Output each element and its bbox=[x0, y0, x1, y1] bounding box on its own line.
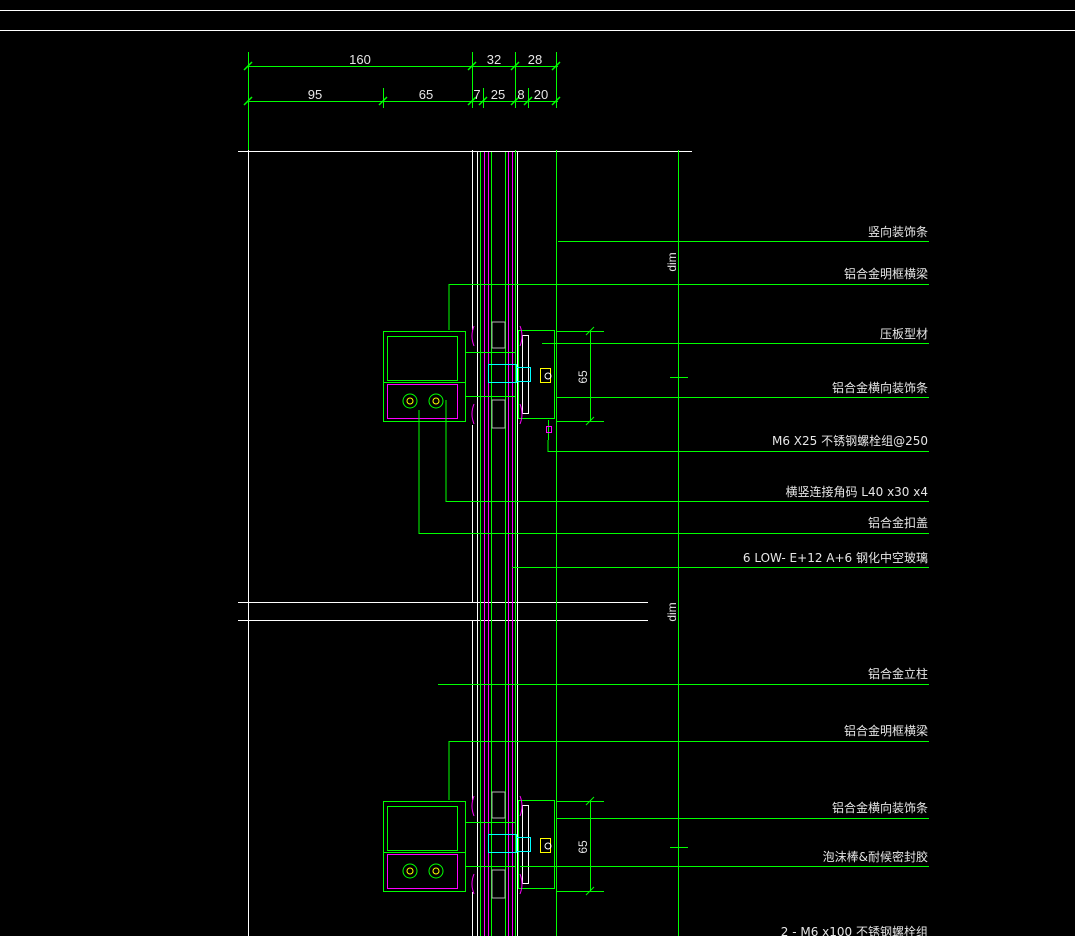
dim-25: 25 bbox=[491, 87, 505, 102]
label-horizontal-trim-lower: 铝合金横向装饰条 bbox=[832, 800, 928, 815]
cad-drawing: 160 32 28 95 65 7 25 8 20 65 65 dim dim … bbox=[0, 10, 1075, 936]
label-cover-cap: 铝合金扣盖 bbox=[868, 515, 928, 530]
label-horizontal-trim-upper: 铝合金横向装饰条 bbox=[832, 380, 928, 395]
horizontal-dimensions bbox=[243, 52, 561, 150]
label-bolt-m6x25: M6 X25 不锈钢螺栓组@250 bbox=[772, 433, 928, 448]
label-transom-lower: 铝合金明框横梁 bbox=[844, 723, 928, 738]
dim-65: 65 bbox=[419, 87, 433, 102]
dim-8: 8 bbox=[517, 87, 524, 102]
dim-label-lower: dim bbox=[665, 602, 679, 621]
dim-7: 7 bbox=[473, 87, 480, 102]
dim-28: 28 bbox=[528, 52, 542, 67]
dimension-texts: 160 32 28 95 65 7 25 8 20 bbox=[308, 52, 548, 102]
dim-65-upper: 65 bbox=[576, 370, 590, 384]
dim-65-lower: 65 bbox=[576, 840, 590, 854]
label-mullion: 铝合金立柱 bbox=[868, 666, 928, 681]
transom-node-lower bbox=[383, 791, 555, 899]
dim-32: 32 bbox=[487, 52, 501, 67]
dim-label-upper: dim bbox=[665, 252, 679, 271]
dim-20: 20 bbox=[534, 87, 548, 102]
leader-labels: 竖向装饰条 铝合金明框横梁 压板型材 铝合金横向装饰条 M6 X25 不锈钢螺栓… bbox=[743, 224, 928, 936]
label-pressure-plate: 压板型材 bbox=[880, 327, 928, 341]
label-glass: 6 LOW- E+12 A+6 钢化中空玻璃 bbox=[743, 550, 928, 565]
label-foam-sealant: 泡沫棒&耐候密封胶 bbox=[823, 849, 928, 864]
label-bolt-m6x100: 2 - M6 x100 不锈钢螺栓组 bbox=[781, 924, 928, 936]
dim-95: 95 bbox=[308, 87, 322, 102]
top-frame bbox=[0, 10, 1075, 31]
transom-node-upper bbox=[383, 321, 555, 440]
label-transom-upper: 铝合金明框横梁 bbox=[844, 266, 928, 281]
label-angle-connector: 横竖连接角码 L40 x30 x4 bbox=[785, 484, 928, 499]
label-vertical-trim: 竖向装饰条 bbox=[868, 224, 928, 239]
dim-160: 160 bbox=[349, 52, 371, 67]
